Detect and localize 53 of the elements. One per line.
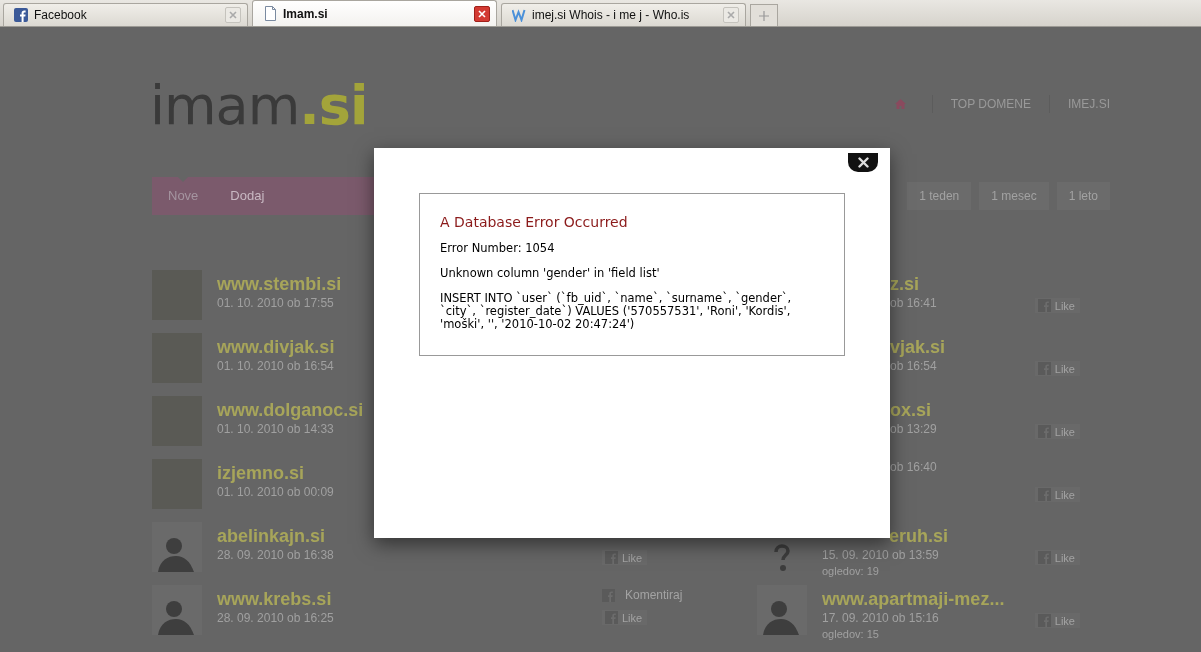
comment-link[interactable]: Komentiraj [602, 588, 683, 602]
new-tab-button[interactable] [750, 4, 778, 26]
like-button[interactable]: Like [602, 550, 648, 565]
browser-tab[interactable]: Imam.si [252, 0, 497, 26]
post-date: 01. 10. 2010 ob 16:54 [217, 358, 335, 374]
like-button[interactable]: Like [602, 610, 648, 625]
like-button[interactable]: Like [1034, 487, 1080, 502]
plus-icon [758, 9, 770, 22]
domain-link[interactable]: www.stembi.si [217, 273, 342, 295]
domain-link[interactable]: izjemno.si [217, 462, 334, 484]
domain-link[interactable]: www.dolganoc.si [217, 399, 364, 421]
tab-close-button[interactable] [474, 5, 490, 22]
question-mark-icon [772, 544, 792, 572]
like-button[interactable]: Like [1034, 613, 1080, 628]
like-button[interactable]: Like [1034, 298, 1080, 313]
close-icon [227, 9, 239, 21]
post-date: 17. 09. 2010 ob 15:16 [822, 610, 940, 626]
browser-tab[interactable]: imej.si Whois - i me j - Who.is [501, 3, 746, 26]
close-icon [725, 9, 737, 21]
tab-title: Imam.si [283, 6, 329, 21]
domain-link[interactable]: www.divjak.si [217, 336, 335, 358]
page-icon [263, 6, 277, 21]
domain-link[interactable]: ox.si [890, 399, 1035, 421]
domain-link[interactable]: www.krebs.si [217, 588, 334, 610]
facebook-icon [14, 8, 28, 22]
tab-title: Facebook [34, 8, 88, 22]
post-date: 01. 10. 2010 ob 17:55 [217, 295, 335, 311]
post-date: 28. 09. 2010 ob 16:25 [217, 610, 334, 626]
facebook-icon [605, 551, 618, 564]
post-date: 28. 09. 2010 ob 16:38 [217, 547, 334, 563]
domain-link[interactable]: eruh.si [889, 525, 1035, 547]
close-icon [857, 157, 869, 168]
domain-link[interactable]: www.apartmaji-mez... [822, 588, 1035, 610]
like-button[interactable]: Like [1034, 550, 1080, 565]
error-text: Error Number: 1054 [440, 242, 556, 255]
like-button[interactable]: Like [1034, 424, 1080, 439]
error-text: INSERT INTO `user` (`fb_uid`, `name`, `surname`, `gender`, `city`, `register_date`) VALUES ('570557531', 'Roni', 'Kordis', 'moški', '', '2010-10-02 20:47:24') [440, 292, 793, 331]
home-icon [894, 99, 906, 109]
like-button[interactable]: Like [1034, 361, 1080, 376]
error-text: Unknown column 'gender' in 'field list' [440, 267, 661, 280]
error-title: A Database Error Occurred [440, 214, 629, 230]
close-icon [476, 7, 488, 20]
domain-link[interactable]: z.si [890, 273, 1035, 295]
close-button[interactable] [848, 153, 878, 172]
menu-tab[interactable]: Dodaj [214, 177, 281, 215]
domain-link[interactable]: vjak.si [890, 336, 1035, 358]
post-date: 01. 10. 2010 ob 00:09 [217, 484, 334, 500]
tab-title: imej.si Whois - i me j - Who.is [532, 8, 691, 22]
browser-tab[interactable]: Facebook [3, 3, 248, 26]
post-date: 01. 10. 2010 ob 14:33 [217, 421, 335, 437]
w-letter-icon [512, 8, 526, 22]
menu-tab[interactable]: Nove [152, 177, 215, 215]
domain-link[interactable]: abelinkajn.si [217, 525, 334, 547]
